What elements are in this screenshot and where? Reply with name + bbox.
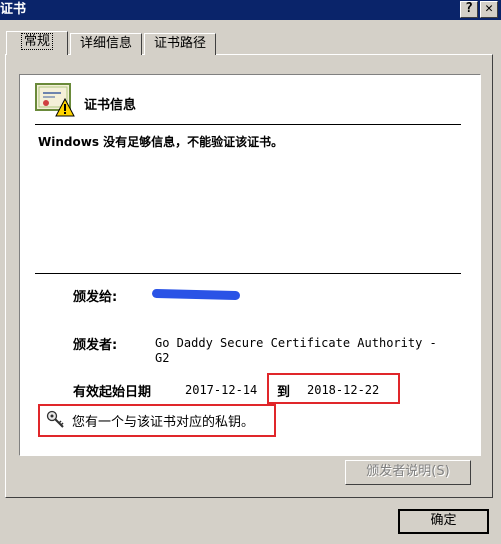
- verification-warning: Windows 没有足够信息，不能验证该证书。: [38, 135, 284, 149]
- window-title: 证书: [0, 2, 27, 17]
- close-button[interactable]: ✕: [480, 1, 498, 18]
- issuer-statement-button[interactable]: 颁发者说明(S): [345, 460, 471, 485]
- tab-general[interactable]: 常规: [6, 31, 68, 55]
- valid-from-value: 2017-12-14: [185, 383, 258, 397]
- help-button[interactable]: ?: [460, 1, 478, 18]
- title-bar: 证书 ? ✕: [0, 0, 501, 20]
- highlight-box-private-key: [38, 404, 276, 437]
- certificate-warning-icon: [35, 83, 75, 117]
- tab-certification-path[interactable]: 证书路径: [144, 33, 216, 55]
- issued-by-label: 颁发者:: [73, 338, 118, 353]
- divider: [35, 124, 461, 125]
- tab-label: 常规: [20, 33, 53, 50]
- valid-from-label: 有效起始日期: [73, 385, 152, 400]
- issued-by-value: Go Daddy Secure Certificate Authority - …: [155, 336, 437, 365]
- issued-to-label: 颁发给:: [73, 290, 118, 305]
- highlight-box-expiry: [267, 373, 400, 404]
- divider: [35, 273, 461, 274]
- cert-info-title: 证书信息: [84, 98, 137, 113]
- tab-details[interactable]: 详细信息: [70, 33, 142, 55]
- ok-button[interactable]: 确定: [398, 509, 489, 534]
